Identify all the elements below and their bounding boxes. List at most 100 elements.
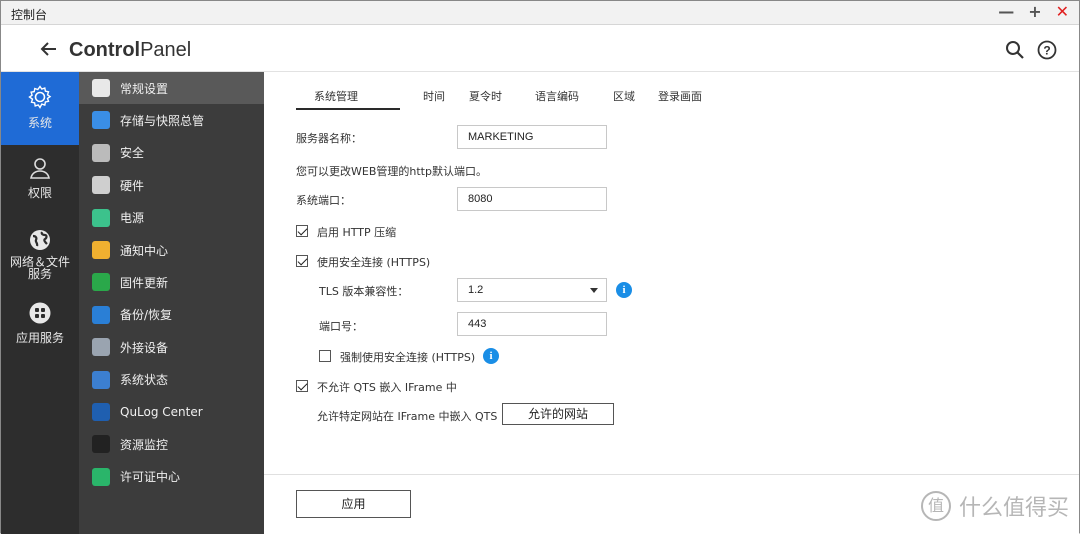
control-panel-window: 控制台 — + ✕ ControlPanel ? 系统 权限 网络＆文件 服务 … — [0, 0, 1080, 534]
close-button[interactable]: ✕ — [1056, 3, 1069, 21]
general-settings-icon — [92, 79, 110, 97]
tls-version-select[interactable]: 1.2 — [457, 278, 607, 302]
nav-item-6[interactable]: 固件更新 — [79, 266, 264, 298]
watermark-logo: 值 — [920, 491, 951, 521]
minimize-button[interactable]: — — [998, 3, 1014, 21]
system-port-input[interactable]: 8080 — [457, 187, 607, 211]
no-iframe-checkbox[interactable] — [296, 380, 308, 392]
watermark: 值 什么值得买 — [920, 490, 1069, 522]
user-icon — [30, 158, 50, 179]
nav-item-12[interactable]: 许可证中心 — [79, 461, 264, 493]
nav-item-label: 许可证中心 — [120, 470, 181, 485]
settings-nav: 常规设置存储与快照总管 安全硬件电源通知中心固件更新备份/恢复外接设备系统状态 Qu… — [79, 72, 264, 534]
nav-item-8[interactable]: 外接设备 — [79, 331, 264, 363]
chevron-down-icon — [590, 288, 598, 293]
tab-language-encoding[interactable]: 语言编码 — [535, 88, 607, 110]
no-iframe-label: 不允许 QTS 嵌入 IFrame 中 — [317, 381, 457, 394]
tab-bar: 系统管理 时间 夏令时 语言编码 区域 登录画面 — [296, 88, 718, 110]
category-network-file-services[interactable]: 网络＆文件 服务 — [1, 228, 79, 288]
hardware-icon — [92, 176, 110, 195]
back-arrow-icon[interactable] — [39, 39, 59, 63]
notification-icon — [92, 241, 110, 259]
allowed-sites-button[interactable]: 允许的网站 — [502, 403, 614, 425]
https-port-input[interactable]: 443 — [457, 312, 607, 336]
window-controls: — + ✕ — [998, 3, 1069, 21]
apply-button[interactable]: 应用 — [296, 490, 411, 518]
https-label: 使用安全连接 (HTTPS) — [317, 256, 431, 269]
tls-info-icon[interactable]: i — [616, 282, 632, 298]
category-bar: 系统 权限 网络＆文件 服务 应用服务 — [1, 72, 79, 534]
search-icon[interactable] — [1005, 40, 1025, 64]
maximize-button[interactable]: + — [1028, 3, 1041, 21]
tab-login-screen[interactable]: 登录画面 — [658, 88, 718, 110]
window-title: 控制台 — [11, 8, 48, 22]
gear-icon — [28, 85, 52, 109]
power-icon — [92, 208, 110, 227]
nav-item-5[interactable]: 通知中心 — [79, 234, 264, 266]
server-name-label: 服务器名称： — [296, 132, 362, 145]
category-app-services[interactable]: 应用服务 — [1, 301, 79, 351]
external-device-icon — [92, 338, 110, 357]
port-hint-text: 您可以更改WEB管理的http默认端口。 — [296, 165, 487, 178]
nav-item-7[interactable]: 备份/恢复 — [79, 299, 264, 331]
nav-item-label: 备份/恢复 — [120, 308, 173, 323]
nav-item-label: 常规设置 — [120, 81, 169, 96]
qulog-icon — [92, 403, 110, 421]
app-title: ControlPanel — [69, 39, 191, 62]
force-https-label: 强制使用安全连接 (HTTPS) — [340, 351, 476, 364]
lock-icon — [92, 143, 110, 162]
system-status-icon — [92, 370, 110, 389]
tls-version-label: TLS 版本兼容性： — [319, 285, 409, 298]
nav-item-4[interactable]: 电源 — [79, 202, 264, 234]
footer-divider — [264, 474, 1079, 475]
allow-sites-label: 允许特定网站在 IFrame 中嵌入 QTS — [317, 410, 498, 423]
http-compression-checkbox[interactable] — [296, 225, 308, 237]
app-header: ControlPanel ? — [1, 26, 1079, 72]
category-network-label-line2: 服务 — [27, 267, 52, 281]
backup-icon — [92, 305, 110, 324]
nav-item-label: 安全 — [120, 146, 145, 161]
apps-icon — [29, 302, 51, 324]
nav-item-10[interactable]: QuLog Center — [79, 396, 264, 428]
storage-icon — [92, 111, 110, 130]
nav-item-label: 电源 — [120, 211, 145, 226]
tab-region[interactable]: 区域 — [613, 88, 653, 110]
tls-version-value: 1.2 — [468, 284, 484, 296]
help-icon[interactable]: ? — [1037, 40, 1057, 64]
globe-icon — [30, 230, 50, 250]
nav-item-2[interactable]: 安全 — [79, 137, 264, 169]
nav-item-1[interactable]: 存储与快照总管 — [79, 104, 264, 136]
nav-item-3[interactable]: 硬件 — [79, 169, 264, 201]
force-https-info-icon[interactable]: i — [483, 348, 499, 364]
tab-system-management[interactable]: 系统管理 — [296, 88, 400, 110]
http-compression-label: 启用 HTTP 压缩 — [317, 226, 397, 239]
nav-item-label: 存储与快照总管 — [120, 113, 205, 128]
tab-dst[interactable]: 夏令时 — [469, 88, 529, 110]
category-system[interactable]: 系统 — [1, 72, 79, 145]
category-app-services-label: 应用服务 — [15, 331, 64, 345]
resource-monitor-icon — [92, 435, 110, 454]
server-name-input[interactable]: MARKETING — [457, 125, 607, 149]
nav-item-label: QuLog Center — [120, 405, 203, 419]
https-port-label: 端口号： — [319, 320, 363, 333]
nav-item-11[interactable]: 资源监控 — [79, 428, 264, 460]
nav-item-label: 硬件 — [120, 178, 145, 193]
app-title-rest: Panel — [140, 39, 192, 61]
category-permissions-label: 权限 — [27, 186, 52, 200]
nav-item-label: 资源监控 — [120, 437, 169, 452]
settings-content: 系统管理 时间 夏令时 语言编码 区域 登录画面 服务器名称： MARKETIN… — [264, 72, 1079, 534]
force-https-checkbox[interactable] — [319, 350, 331, 362]
nav-item-9[interactable]: 系统状态 — [79, 364, 264, 396]
category-system-label: 系统 — [27, 116, 52, 130]
https-checkbox[interactable] — [296, 255, 308, 267]
nav-item-label: 系统状态 — [120, 373, 169, 388]
nav-item-label: 通知中心 — [120, 243, 169, 258]
svg-text:?: ? — [1043, 44, 1050, 58]
category-permissions[interactable]: 权限 — [1, 156, 79, 216]
nav-item-label: 外接设备 — [120, 340, 169, 355]
nav-item-0[interactable]: 常规设置 — [79, 72, 264, 104]
tab-time[interactable]: 时间 — [423, 88, 469, 110]
system-port-label: 系统端口： — [296, 194, 351, 207]
watermark-text: 什么值得买 — [958, 496, 1069, 521]
app-title-bold: Control — [69, 39, 141, 61]
